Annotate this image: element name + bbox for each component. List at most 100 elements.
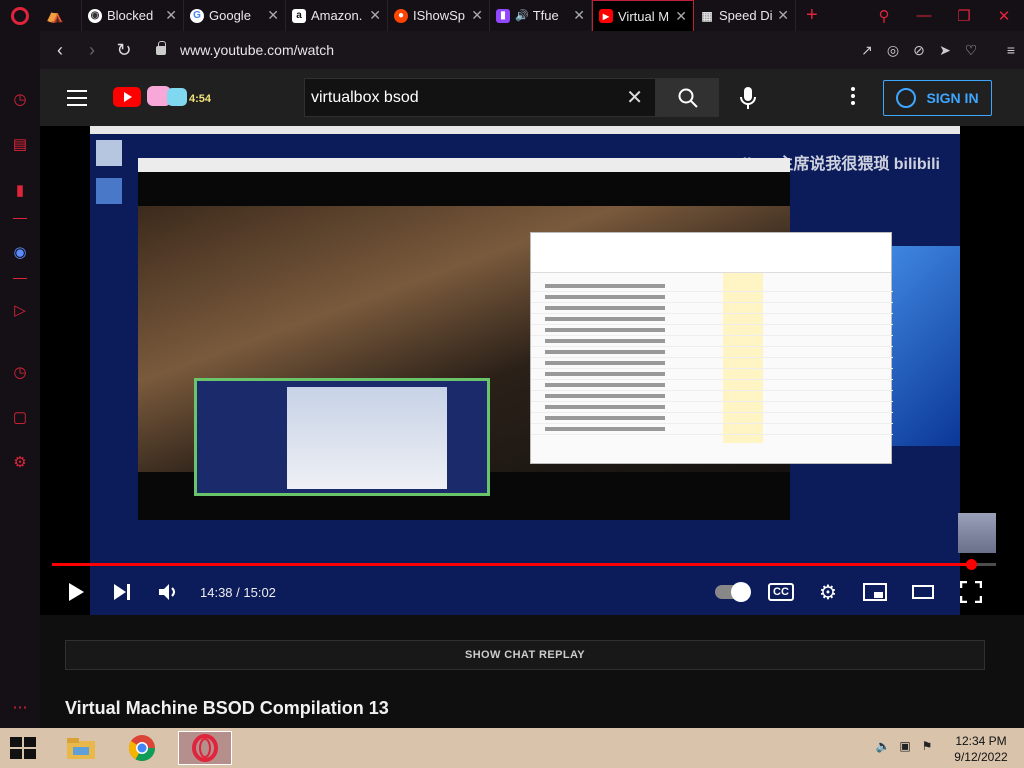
tab-google[interactable]: G Google ✕ [184, 0, 286, 31]
progress-scrubber[interactable] [965, 559, 977, 570]
tab-game-controller[interactable]: ⛺ [40, 0, 82, 31]
shopping-bag-icon[interactable]: ▤ [9, 133, 31, 155]
back-button[interactable]: ‹ [44, 40, 76, 61]
chrome-icon [128, 735, 156, 762]
start-button[interactable] [10, 737, 36, 759]
close-tab-icon[interactable]: ✕ [267, 7, 279, 24]
mute-button[interactable] [156, 578, 182, 606]
volume-icon [159, 584, 175, 600]
process-list [531, 281, 893, 435]
bookmark-heart-icon[interactable]: ♡ [958, 42, 984, 59]
minimize-icon[interactable]: — [904, 7, 944, 24]
url-field[interactable]: www.youtube.com/watch [180, 42, 334, 58]
action-center-flag-icon[interactable]: ⚑ [916, 739, 938, 753]
player-icon[interactable]: ▷ [9, 299, 31, 321]
taskbar-opera[interactable] [178, 731, 232, 765]
ad-block-icon[interactable]: ⊘ [906, 42, 932, 59]
settings-more-icon[interactable] [851, 87, 857, 108]
miniplayer-button[interactable] [862, 578, 888, 606]
closed-captions-icon: CC [768, 583, 794, 601]
process-row [531, 380, 893, 391]
sidebar-more-icon[interactable]: ⋯ [9, 696, 31, 718]
play-icon [69, 583, 84, 601]
close-tab-icon[interactable]: ✕ [777, 7, 789, 24]
windows-taskbar: 🔈 ▣ ⚑ 12:34 PM 9/12/2022 [0, 728, 1024, 768]
task-manager-header [531, 233, 891, 273]
snapshot-camera-icon[interactable]: ◎ [880, 42, 906, 59]
process-row [531, 413, 893, 424]
next-button[interactable] [110, 578, 134, 606]
tab-virtual-machine[interactable]: ▶ Virtual M ✕ [592, 0, 694, 31]
process-row [531, 281, 893, 292]
search-input[interactable] [311, 88, 627, 107]
close-window-icon[interactable]: ✕ [984, 7, 1024, 25]
twitch-sidebar-icon[interactable]: ▮ [9, 179, 31, 201]
theater-mode-button[interactable] [911, 578, 937, 606]
browser-tab-strip: ⛺ ◉ Blocked ✕ G Google ✕ a Amazon. ✕ ● I… [0, 0, 1024, 31]
tab-tfue[interactable]: ▮ 🔊 Tfue ✕ [490, 0, 592, 31]
video-player[interactable]: Albert主席说我很猥琐 bilibili 14:38 / 15:02 CC … [40, 126, 1024, 615]
bsod-inset [194, 378, 490, 496]
theater-mode-icon [912, 585, 934, 599]
forward-button[interactable]: › [76, 40, 108, 61]
speaker-muted-icon[interactable]: 🔈 [872, 739, 894, 753]
subtitles-button[interactable]: CC [767, 578, 795, 606]
process-row [531, 314, 893, 325]
screen: ⛺ ◉ Blocked ✕ G Google ✕ a Amazon. ✕ ● I… [0, 0, 1024, 768]
speaker-playing-icon[interactable]: 🔊 [515, 9, 529, 22]
history-clock-icon[interactable]: ◷ [9, 361, 31, 383]
settings-button[interactable]: ⚙ [816, 578, 840, 606]
clear-search-icon[interactable]: ✕ [626, 85, 643, 110]
extensions-cube-icon[interactable]: ▢ [9, 406, 31, 428]
opera-menu-button[interactable] [0, 0, 40, 31]
tab-title: IShowSp [413, 8, 466, 23]
youtube-header: 4:54 ✕ SIGN IN [40, 69, 1024, 126]
progress-bar[interactable] [52, 559, 996, 570]
close-tab-icon[interactable]: ✕ [573, 7, 585, 24]
show-chat-replay-button[interactable]: SHOW CHAT REPLAY [65, 640, 985, 670]
close-tab-icon[interactable]: ✕ [165, 7, 177, 24]
play-button[interactable] [64, 578, 88, 606]
close-tab-icon[interactable]: ✕ [675, 8, 687, 25]
restore-icon[interactable]: ❐ [944, 7, 984, 25]
tab-speed-dial[interactable]: ▦ Speed Di ✕ [694, 0, 796, 31]
tab-ishowspeed[interactable]: ● IShowSp ✕ [388, 0, 490, 31]
sign-in-button[interactable]: SIGN IN [883, 80, 992, 116]
taskbar-chrome[interactable] [118, 731, 166, 765]
guide-menu-icon[interactable] [67, 90, 87, 111]
clock-time: 12:34 PM [955, 734, 1007, 748]
lock-icon[interactable] [156, 40, 166, 55]
tab-search-icon[interactable]: ⚲ [864, 7, 904, 25]
voice-search-mic-icon[interactable] [737, 86, 759, 110]
share-icon[interactable]: ↗ [854, 42, 880, 59]
messenger-icon[interactable]: ◉ [9, 241, 31, 263]
easy-setup-icon[interactable]: ≡ [998, 42, 1024, 59]
taskbar-clock[interactable]: 12:34 PM 9/12/2022 [948, 733, 1014, 765]
process-row [531, 347, 893, 358]
send-icon[interactable]: ➤ [932, 42, 958, 59]
youtube-doodle-icon[interactable]: 4:54 [145, 82, 215, 110]
settings-gear-icon[interactable]: ⚙ [9, 451, 31, 473]
search-button[interactable] [656, 78, 719, 117]
speed-dial-gauge-icon[interactable]: ◷ [9, 88, 31, 110]
new-tab-button[interactable]: + [796, 4, 828, 27]
virtualbox-titlebar [90, 126, 960, 134]
process-row [531, 303, 893, 314]
fullscreen-button[interactable] [958, 578, 984, 606]
process-row [531, 292, 893, 303]
network-icon[interactable]: ▣ [894, 739, 916, 753]
process-row [531, 325, 893, 336]
tab-amazon[interactable]: a Amazon. ✕ [286, 0, 388, 31]
autoplay-toggle[interactable] [712, 578, 752, 606]
progress-played [52, 563, 971, 566]
globe-icon: ◉ [88, 8, 102, 23]
youtube-page: 4:54 ✕ SIGN IN [40, 69, 1024, 728]
close-tab-icon[interactable]: ✕ [471, 7, 483, 24]
account-circle-icon [896, 88, 917, 108]
opera-logo-icon [11, 6, 29, 25]
taskbar-file-explorer[interactable] [57, 731, 105, 765]
close-tab-icon[interactable]: ✕ [369, 7, 381, 24]
reload-button[interactable]: ↻ [108, 40, 140, 61]
tab-blocked[interactable]: ◉ Blocked ✕ [82, 0, 184, 31]
youtube-logo[interactable] [113, 87, 141, 107]
